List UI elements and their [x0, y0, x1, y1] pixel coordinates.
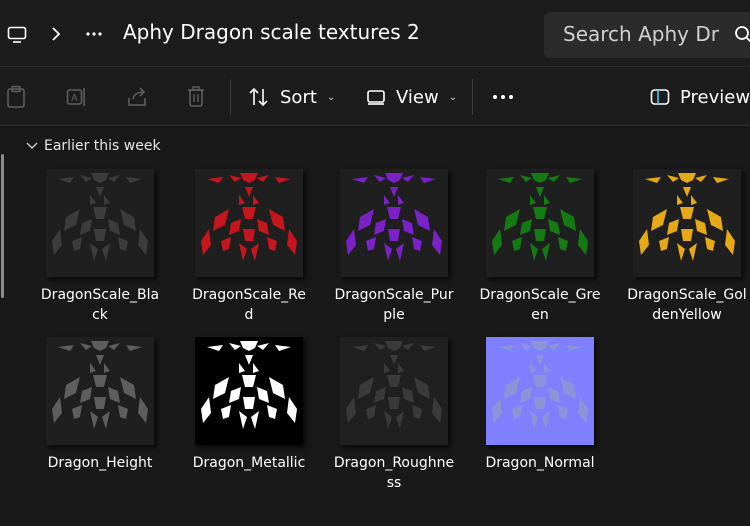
preview-label: Preview — [680, 86, 750, 108]
file-thumbnail — [340, 169, 448, 277]
file-thumbnail — [633, 169, 741, 277]
group-label: Earlier this week — [44, 138, 161, 154]
preview-button[interactable]: Preview — [650, 85, 750, 109]
search-placeholder: Search Aphy Dr — [563, 22, 719, 46]
view-label: View — [396, 86, 439, 108]
file-thumbnail — [486, 337, 594, 445]
address-bar: Aphy Dragon scale textures 2 Search Aphy… — [0, 0, 750, 66]
file-name-label: Dragon_Normal — [485, 455, 595, 471]
svg-text:A: A — [71, 93, 78, 104]
file-thumbnail — [46, 169, 154, 277]
file-thumbnail — [195, 337, 303, 445]
chevron-down-icon — [26, 142, 38, 149]
rename-icon[interactable]: A — [66, 85, 88, 109]
texture-preview-image — [340, 337, 448, 445]
file-thumbnail — [340, 337, 448, 445]
file-name-label: Dragon_Metallic — [192, 455, 306, 471]
command-bar: A Sort ⌄ View ⌄ Preview — [0, 66, 750, 126]
search-icon[interactable] — [732, 12, 750, 58]
file-name-label: DragonScale_Gre en — [479, 287, 601, 323]
file-name-label: Dragon_Height — [47, 455, 153, 471]
chevron-down-icon: ⌄ — [326, 91, 336, 103]
share-icon[interactable] — [126, 85, 148, 109]
texture-preview-image — [195, 337, 303, 445]
file-name-label: DragonScale_Bla ck — [40, 287, 160, 323]
file-name-label: DragonScale_Re d — [192, 287, 306, 323]
toolbar-divider — [472, 79, 473, 115]
preview-pane-icon — [650, 89, 670, 105]
more-options-button[interactable] — [492, 85, 514, 109]
texture-preview-image — [340, 169, 448, 277]
view-button[interactable]: View ⌄ — [366, 85, 457, 109]
file-thumbnail — [486, 169, 594, 277]
file-name-label: Dragon_Roughne ss — [333, 455, 455, 491]
chevron-right-icon[interactable] — [48, 22, 64, 46]
view-icon — [367, 90, 385, 105]
texture-preview-image — [195, 169, 303, 277]
texture-preview-image — [486, 169, 594, 277]
sort-icon — [249, 87, 268, 107]
sort-button[interactable]: Sort ⌄ — [248, 85, 335, 109]
more-icon — [493, 95, 513, 99]
toolbar-divider — [230, 79, 231, 115]
scrollbar-thumb[interactable] — [1, 154, 4, 298]
delete-icon[interactable] — [186, 85, 206, 109]
breadcrumb-current-folder[interactable]: Aphy Dragon scale textures 2 — [123, 20, 420, 44]
texture-preview-image — [46, 169, 154, 277]
file-name-label: DragonScale_Gol denYellow — [627, 287, 747, 323]
file-list-pane: Earlier this week DragonScale_Bla ck Drag… — [0, 126, 750, 526]
file-thumbnail — [195, 169, 303, 277]
texture-preview-image — [486, 337, 594, 445]
monitor-icon[interactable] — [6, 24, 28, 46]
texture-preview-image — [633, 169, 741, 277]
file-thumbnail — [46, 337, 154, 445]
texture-preview-image — [46, 337, 154, 445]
group-header[interactable]: Earlier this week — [26, 138, 161, 154]
sort-label: Sort — [280, 86, 317, 108]
paste-icon[interactable] — [6, 85, 26, 109]
search-input[interactable]: Search Aphy Dr — [544, 12, 750, 58]
file-name-label: DragonScale_Pur ple — [334, 287, 454, 323]
chevron-down-icon: ⌄ — [448, 91, 458, 103]
more-path-icon[interactable] — [84, 26, 104, 42]
